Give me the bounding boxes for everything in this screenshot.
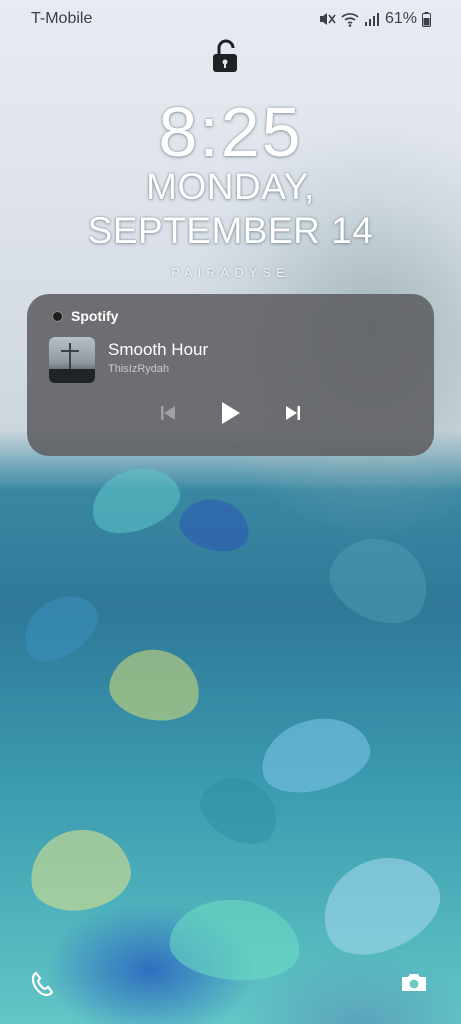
clock-time: 8:25 — [158, 93, 303, 171]
media-app-name: Spotify — [71, 308, 119, 324]
owner-info: PAIRADYSE — [171, 265, 290, 280]
battery-icon — [422, 11, 431, 27]
media-app-header: Spotify — [52, 308, 118, 324]
signal-icon — [364, 12, 380, 26]
phone-shortcut[interactable] — [30, 970, 60, 1000]
status-bar: T-Mobile 61% — [0, 8, 461, 32]
wifi-icon — [341, 11, 359, 27]
spotify-icon — [52, 310, 63, 322]
battery-percent: 61% — [384, 10, 417, 27]
next-icon — [286, 406, 300, 420]
track-artist: ThisIzRydah — [108, 363, 170, 375]
play-button[interactable] — [215, 398, 245, 428]
next-button[interactable] — [278, 398, 308, 428]
play-icon — [222, 402, 240, 424]
media-player-card[interactable]: Spotify Smooth Hour ThisIzRydah — [27, 294, 434, 456]
carrier-label: T-Mobile — [31, 10, 93, 27]
mute-icon — [318, 11, 336, 27]
album-art — [49, 337, 95, 383]
camera-shortcut[interactable] — [400, 970, 430, 1000]
unlocked-padlock-icon[interactable] — [210, 38, 244, 74]
clock-date-day: MONDAY, — [146, 166, 315, 207]
previous-button[interactable] — [153, 398, 183, 428]
clock-date-month: SEPTEMBER 14 — [87, 210, 374, 251]
track-title: Smooth Hour — [108, 340, 209, 359]
phone-icon — [31, 971, 54, 997]
previous-icon — [161, 406, 175, 420]
camera-icon — [402, 974, 426, 991]
